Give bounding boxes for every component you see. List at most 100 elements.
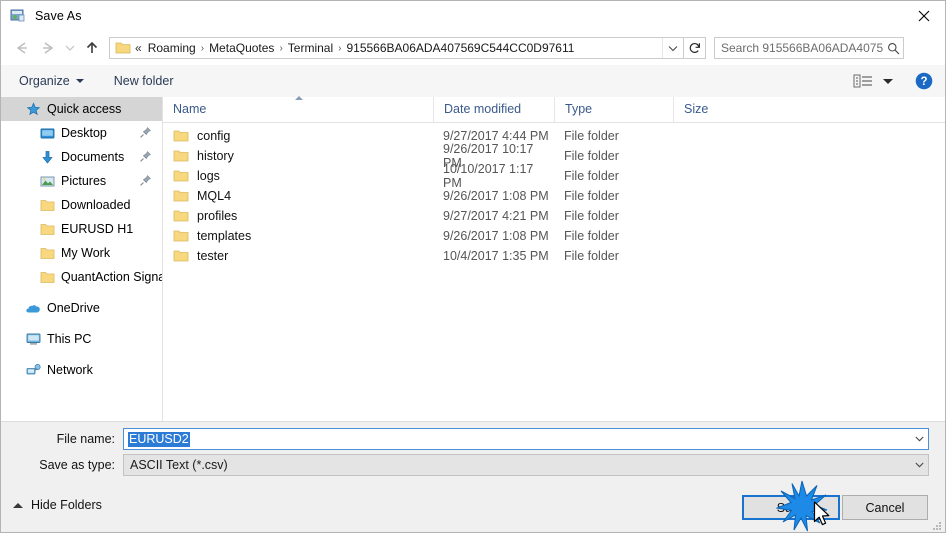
breadcrumb-separator: › xyxy=(279,42,283,54)
cancel-button[interactable]: Cancel xyxy=(842,495,928,520)
help-icon[interactable]: ? xyxy=(915,72,933,90)
desktop-icon xyxy=(39,125,55,141)
sidebar-item-quick-access[interactable]: Quick access xyxy=(1,97,162,121)
sidebar-item-pictures[interactable]: Pictures xyxy=(1,169,162,193)
organize-button[interactable]: Organize xyxy=(11,70,92,92)
network-icon xyxy=(25,362,41,378)
command-bar-right: ? xyxy=(853,72,945,90)
save-as-type-label: Save as type: xyxy=(39,458,115,472)
table-row[interactable]: templates 9/26/2017 1:08 PM File folder xyxy=(163,226,945,246)
column-header-size[interactable]: Size xyxy=(673,97,753,122)
hide-folders-button[interactable]: Hide Folders xyxy=(13,498,102,512)
file-type: File folder xyxy=(564,249,619,263)
sidebar-item-quantaction-signal[interactable]: QuantAction Signal xyxy=(1,265,162,289)
sidebar-item-my-work[interactable]: My Work xyxy=(1,241,162,265)
cloud-icon xyxy=(25,300,41,316)
column-header-type[interactable]: Type xyxy=(554,97,673,122)
breadcrumb-item-terminal[interactable]: Terminal xyxy=(285,40,336,56)
sidebar-item-documents[interactable]: Documents xyxy=(1,145,162,169)
breadcrumb-separator: › xyxy=(200,42,205,54)
back-arrow-icon[interactable] xyxy=(9,35,35,61)
file-name-input[interactable]: EURUSD2 xyxy=(123,428,929,450)
sidebar-item-downloaded[interactable]: Downloaded xyxy=(1,193,162,217)
sidebar-item-label: QuantAction Signal xyxy=(61,270,162,284)
save-as-app-icon xyxy=(10,8,26,24)
file-name: MQL4 xyxy=(197,189,232,203)
breadcrumb-item-terminal-id[interactable]: 915566BA06ADA407569C544CC0D97611 xyxy=(343,40,577,56)
folder-icon xyxy=(173,169,189,183)
pin-icon[interactable] xyxy=(139,150,152,163)
sidebar-item-onedrive[interactable]: OneDrive xyxy=(1,296,162,320)
address-dropdown-icon[interactable] xyxy=(662,38,683,58)
file-type: File folder xyxy=(564,169,619,183)
pin-icon[interactable] xyxy=(139,126,152,139)
folder-icon xyxy=(173,149,189,163)
up-arrow-icon[interactable] xyxy=(79,35,105,61)
save-as-type-select[interactable]: ASCII Text (*.csv) xyxy=(123,454,929,476)
table-row[interactable]: history 9/26/2017 10:17 PM File folder xyxy=(163,142,945,170)
window-title: Save As xyxy=(35,9,82,23)
title-bar: Save As xyxy=(1,1,945,31)
table-row[interactable]: config 9/27/2017 4:44 PM File folder xyxy=(163,126,945,146)
file-name-value: EURUSD2 xyxy=(128,431,190,447)
file-date-modified: 9/26/2017 1:08 PM xyxy=(443,189,549,203)
sidebar-item-label: My Work xyxy=(61,246,111,260)
file-type: File folder xyxy=(564,149,619,163)
table-row[interactable]: MQL4 9/26/2017 1:08 PM File folder xyxy=(163,186,945,206)
file-date-modified: 9/27/2017 4:44 PM xyxy=(443,129,549,143)
sidebar-item-this-pc[interactable]: This PC xyxy=(1,327,162,351)
save-button[interactable]: Save xyxy=(742,495,840,520)
chevron-down-icon[interactable] xyxy=(910,429,928,449)
folder-icon xyxy=(39,245,55,261)
sidebar-item-label: This PC xyxy=(47,332,92,346)
breadcrumb-item-roaming[interactable]: Roaming xyxy=(145,40,199,56)
file-date-modified: 10/4/2017 1:35 PM xyxy=(443,249,549,263)
forward-arrow-icon[interactable] xyxy=(35,35,61,61)
svg-text:?: ? xyxy=(920,76,927,88)
breadcrumb-item-metaquotes[interactable]: MetaQuotes xyxy=(206,40,277,56)
organize-label: Organize xyxy=(19,74,70,88)
command-bar: Organize New folder ? xyxy=(1,65,945,98)
file-list-pane: Name Date modified Type Size config 9/27… xyxy=(163,96,945,421)
file-type: File folder xyxy=(564,189,619,203)
refresh-icon[interactable] xyxy=(684,37,706,59)
file-name: tester xyxy=(197,249,229,263)
search-input[interactable]: Search 915566BA06ADA40756... xyxy=(714,37,904,59)
pin-icon[interactable] xyxy=(139,174,152,187)
new-folder-button[interactable]: New folder xyxy=(106,70,182,92)
chevron-down-icon[interactable] xyxy=(910,455,928,475)
sort-ascending-icon xyxy=(295,96,303,100)
address-bar[interactable]: « Roaming › MetaQuotes › Terminal › 9155… xyxy=(109,37,684,59)
breadcrumb-overflow[interactable]: « xyxy=(134,40,145,56)
file-date-modified: 10/10/2017 1:17 PM xyxy=(443,162,534,190)
sidebar-item-label: Quick access xyxy=(47,102,122,116)
view-dropdown-icon[interactable] xyxy=(883,78,893,84)
file-name-label: File name: xyxy=(56,432,115,446)
column-header-date-modified[interactable]: Date modified xyxy=(433,97,554,122)
file-rows: config 9/27/2017 4:44 PM File folder his… xyxy=(163,123,945,266)
view-layout-icon[interactable] xyxy=(853,73,875,89)
pictures-icon xyxy=(39,173,55,189)
breadcrumb: « Roaming › MetaQuotes › Terminal › 9155… xyxy=(134,40,662,56)
folder-icon xyxy=(173,249,189,263)
save-as-type-value: ASCII Text (*.csv) xyxy=(130,458,228,472)
table-row[interactable]: tester 10/4/2017 1:35 PM File folder xyxy=(163,246,945,266)
file-name: profiles xyxy=(197,209,238,223)
folder-icon xyxy=(115,41,131,55)
column-header-name[interactable]: Name xyxy=(163,97,433,122)
file-type: File folder xyxy=(564,229,619,243)
chevron-down-icon xyxy=(75,79,84,83)
sidebar-item-desktop[interactable]: Desktop xyxy=(1,121,162,145)
resize-grip[interactable] xyxy=(931,519,943,531)
table-row[interactable]: logs 10/10/2017 1:17 PM File folder xyxy=(163,162,945,190)
file-type: File folder xyxy=(564,209,619,223)
table-row[interactable]: profiles 9/27/2017 4:21 PM File folder xyxy=(163,206,945,226)
close-button[interactable] xyxy=(901,1,945,31)
sidebar-item-label: EURUSD H1 xyxy=(61,222,134,236)
sidebar-item-network[interactable]: Network xyxy=(1,358,162,382)
chevron-up-icon xyxy=(13,502,23,508)
sidebar-item-eurusd-h1[interactable]: EURUSD H1 xyxy=(1,217,162,241)
chevron-down-icon[interactable] xyxy=(61,35,79,61)
new-folder-label: New folder xyxy=(113,74,174,88)
